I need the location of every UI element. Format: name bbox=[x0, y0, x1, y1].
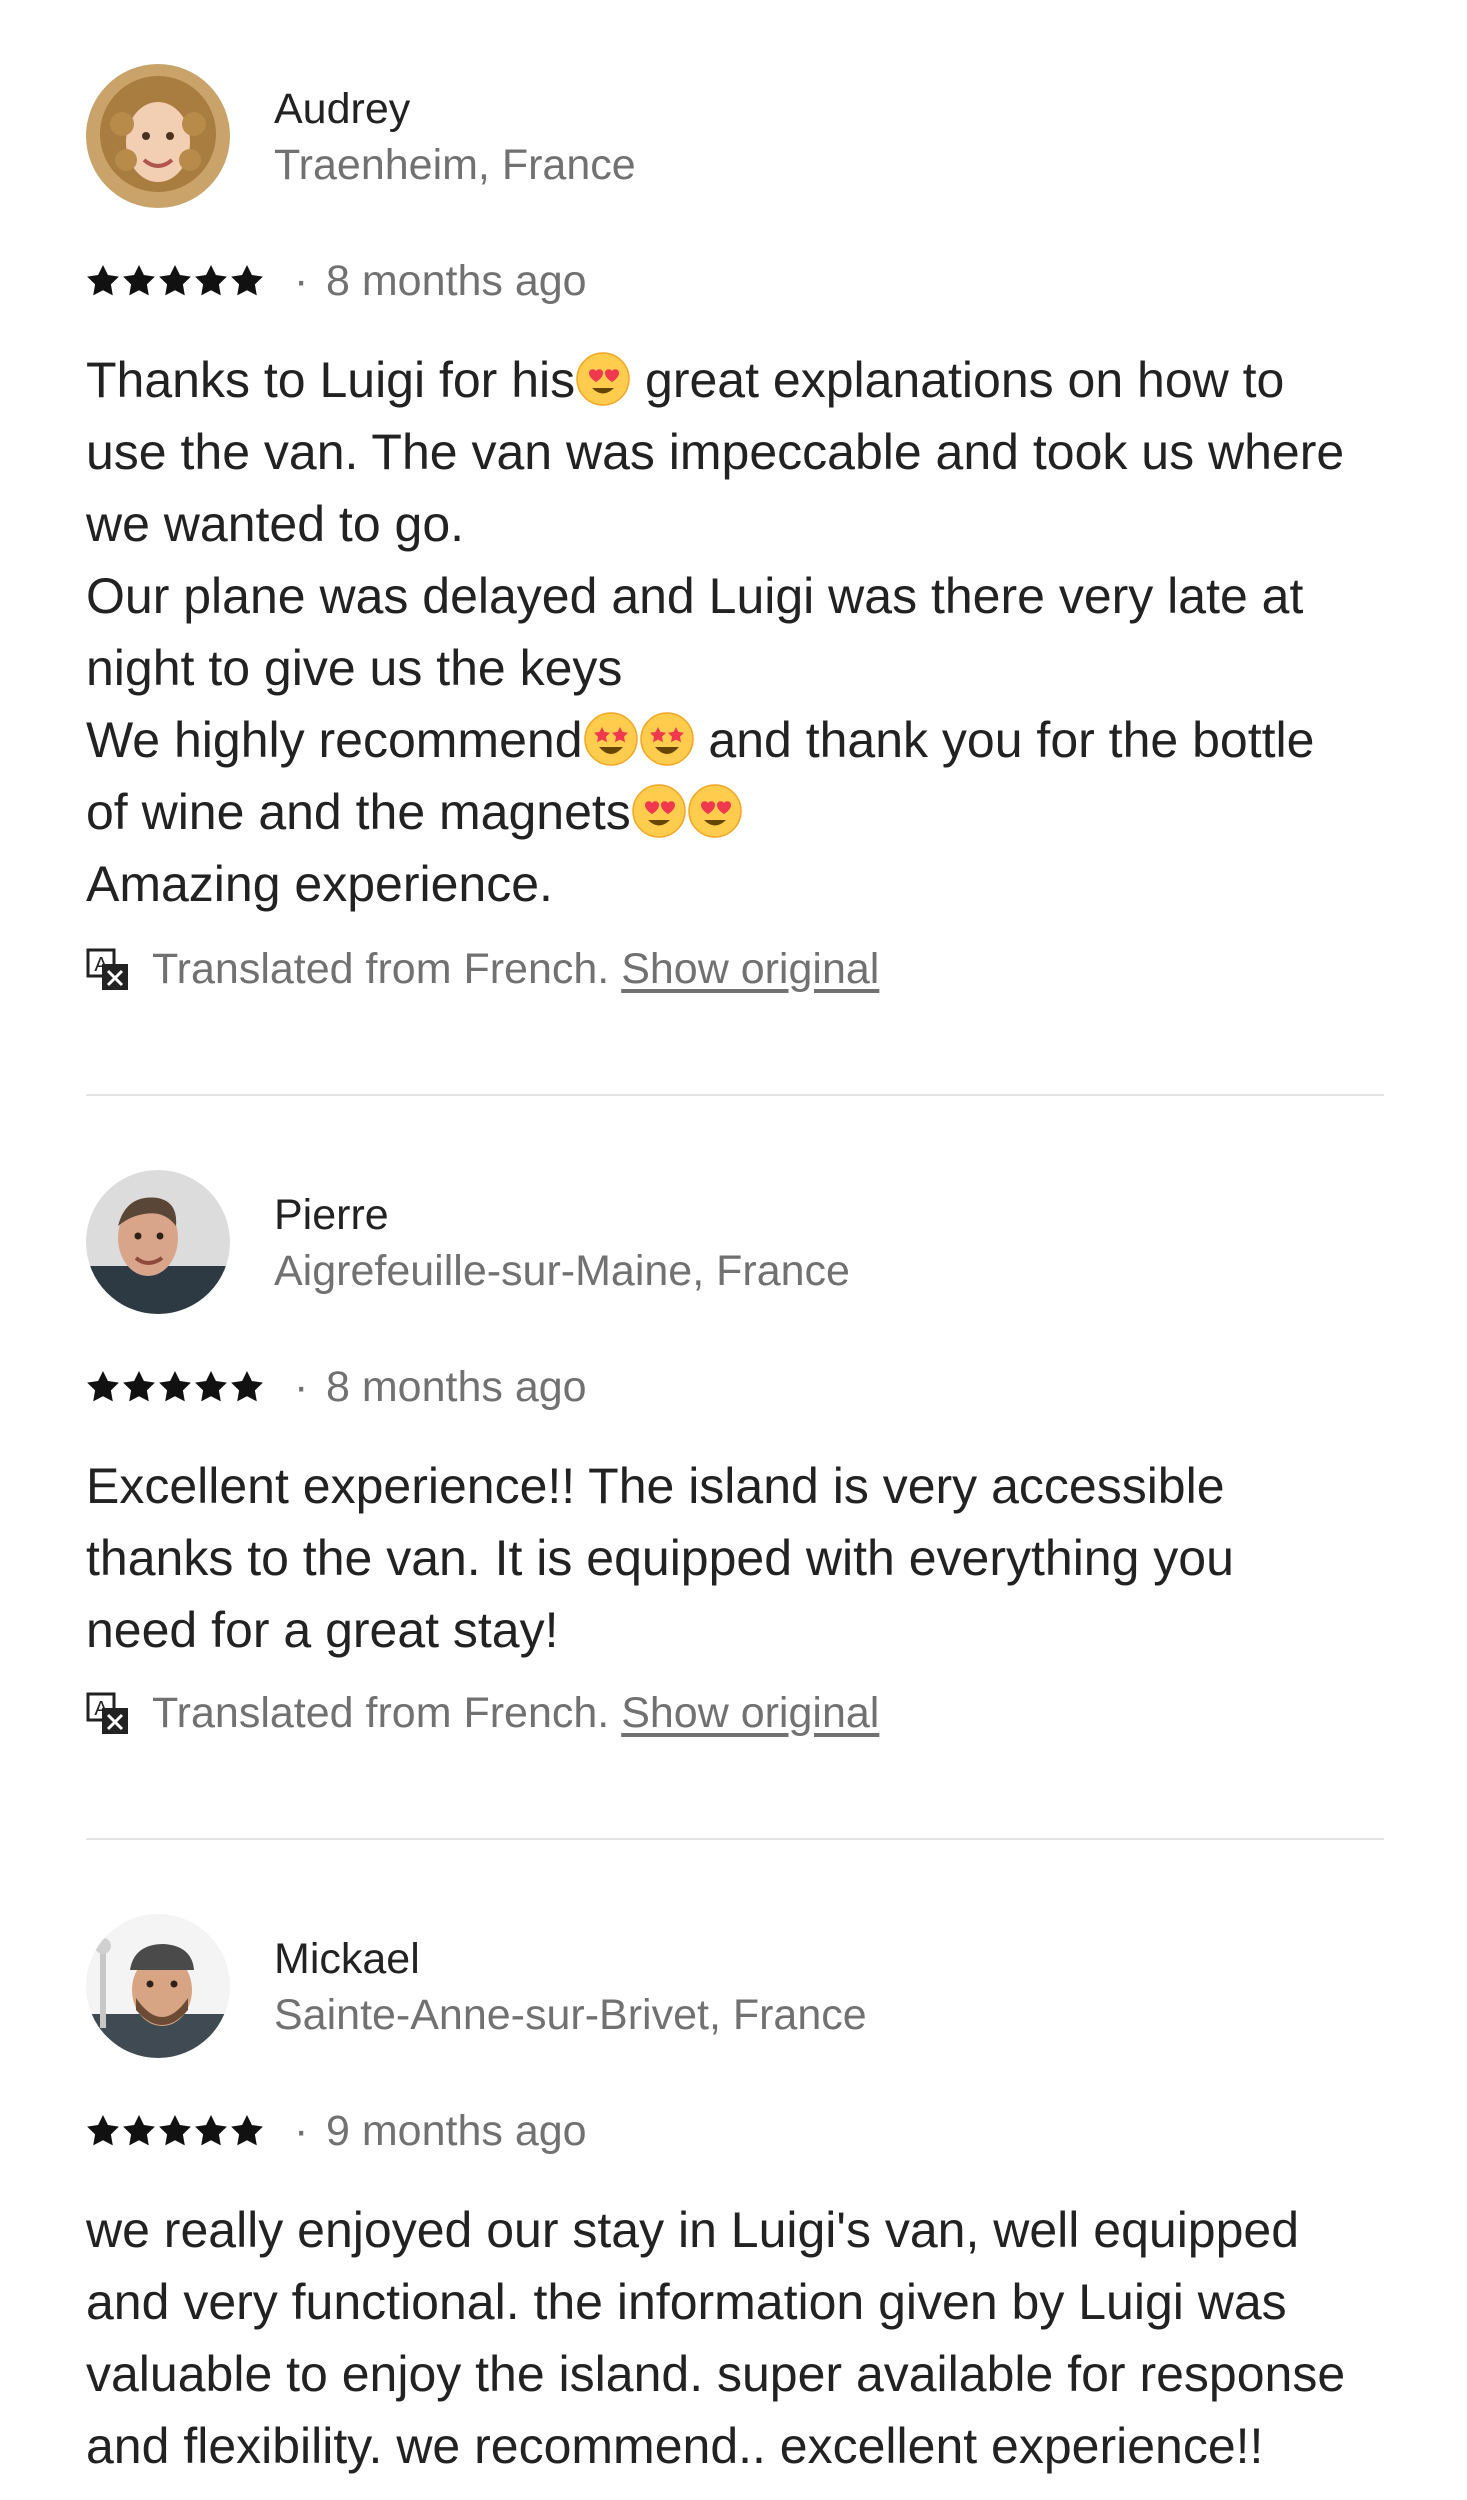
star-struck-emoji-icon bbox=[639, 711, 695, 767]
review-line: Excellent experience!! The island is ver… bbox=[86, 1450, 1406, 1522]
review-line: Amazing experience. bbox=[86, 848, 1406, 920]
translation-notice: A Translated from French. Show original bbox=[86, 1688, 1386, 1738]
review-text: Excellent experience!! The island is ver… bbox=[86, 1450, 1406, 1666]
reviewer-name: Audrey bbox=[274, 85, 411, 133]
translate-icon: A bbox=[86, 948, 130, 992]
star-icon bbox=[230, 2114, 264, 2148]
review-text-segment: Excellent experience!! The island is ver… bbox=[86, 1458, 1225, 1514]
star-icon bbox=[194, 264, 228, 298]
review-line: Thanks to Luigi for his great explanatio… bbox=[86, 344, 1406, 416]
translate-icon: A bbox=[86, 1692, 130, 1736]
show-original-link[interactable]: Show original bbox=[621, 1689, 879, 1737]
reviews-feed: Audrey Traenheim, France · 8 months ago … bbox=[0, 0, 1467, 2500]
star-icon bbox=[86, 2114, 120, 2148]
review-text-segment: use the van. The van was impeccable and … bbox=[86, 424, 1345, 480]
star-icon bbox=[230, 1370, 264, 1404]
review-text-segment: Thanks to Luigi for his bbox=[86, 352, 576, 408]
reviewer-name: Mickael bbox=[274, 1935, 420, 1983]
review-header: Pierre Aigrefeuille-sur-Maine, France bbox=[86, 1170, 1386, 1316]
review-text-segment: thanks to the van. It is equipped with e… bbox=[86, 1530, 1234, 1586]
review-text-segment: and very functional. the information giv… bbox=[86, 2274, 1287, 2330]
heart-eyes-emoji-icon bbox=[687, 783, 743, 839]
star-icon bbox=[158, 264, 192, 298]
translation-label: Translated from French. bbox=[152, 1689, 610, 1737]
heart-eyes-emoji-icon bbox=[575, 351, 631, 407]
review-line: use the van. The van was impeccable and … bbox=[86, 416, 1406, 488]
meta-separator: · bbox=[294, 1363, 309, 1411]
reviewer-location: Sainte-Anne-sur-Brivet, France bbox=[274, 1991, 867, 2039]
review-date: 8 months ago bbox=[326, 1363, 587, 1411]
review-text-segment: we wanted to go. bbox=[86, 496, 465, 552]
review-divider bbox=[86, 1094, 1384, 1096]
reviewer-name: Pierre bbox=[274, 1191, 389, 1239]
review-line: of wine and the magnets bbox=[86, 776, 1406, 848]
review-text-segment: We highly recommend bbox=[86, 712, 583, 768]
star-icon bbox=[122, 264, 156, 298]
review-meta: · 9 months ago bbox=[86, 2106, 1386, 2156]
review-text-segment: valuable to enjoy the island. super avai… bbox=[86, 2346, 1346, 2402]
review-divider bbox=[86, 1838, 1384, 1840]
meta-separator: · bbox=[294, 2107, 309, 2155]
review-text-segment: need for a great stay! bbox=[86, 1602, 559, 1658]
review-text-segment: of wine and the magnets bbox=[86, 784, 631, 840]
review-text-segment: night to give us the keys bbox=[86, 640, 623, 696]
star-icon bbox=[230, 264, 264, 298]
show-original-link[interactable]: Show original bbox=[621, 945, 879, 993]
review-text-segment: Our plane was delayed and Luigi was ther… bbox=[86, 568, 1304, 624]
review-header: Mickael Sainte-Anne-sur-Brivet, France bbox=[86, 1914, 1386, 2060]
review-text-segment: we really enjoyed our stay in Luigi's va… bbox=[86, 2202, 1300, 2258]
review-line: we wanted to go. bbox=[86, 488, 1406, 560]
translation-notice: A Translated from French. Show original bbox=[86, 944, 1386, 994]
review-text-segment: Amazing experience. bbox=[86, 856, 553, 912]
heart-eyes-emoji-icon bbox=[631, 783, 687, 839]
avatar[interactable] bbox=[86, 1170, 230, 1314]
star-struck-emoji-icon bbox=[583, 711, 639, 767]
star-icon bbox=[122, 1370, 156, 1404]
review-text: we really enjoyed our stay in Luigi's va… bbox=[86, 2194, 1406, 2482]
star-icon bbox=[194, 1370, 228, 1404]
review-line: and very functional. the information giv… bbox=[86, 2266, 1406, 2338]
review-line: need for a great stay! bbox=[86, 1594, 1406, 1666]
review-text-segment: and thank you for the bottle bbox=[694, 712, 1315, 768]
review-meta: · 8 months ago bbox=[86, 256, 1386, 306]
meta-separator: · bbox=[294, 257, 309, 305]
star-icon bbox=[86, 264, 120, 298]
avatar[interactable] bbox=[86, 1914, 230, 2058]
star-icon bbox=[158, 2114, 192, 2148]
avatar[interactable] bbox=[86, 64, 230, 208]
review-meta: · 8 months ago bbox=[86, 1362, 1386, 1412]
review-date: 9 months ago bbox=[326, 2107, 587, 2155]
review-line: we really enjoyed our stay in Luigi's va… bbox=[86, 2194, 1406, 2266]
review-line: night to give us the keys bbox=[86, 632, 1406, 704]
reviewer-location: Traenheim, France bbox=[274, 141, 636, 189]
review-text-segment: great explanations on how to bbox=[631, 352, 1285, 408]
review-text-segment: and flexibility. we recommend.. excellen… bbox=[86, 2418, 1264, 2474]
review-text: Thanks to Luigi for his great explanatio… bbox=[86, 344, 1406, 920]
star-icon bbox=[86, 1370, 120, 1404]
review-header: Audrey Traenheim, France bbox=[86, 64, 1386, 210]
review-line: We highly recommend and thank you for th… bbox=[86, 704, 1406, 776]
translation-label: Translated from French. bbox=[152, 945, 610, 993]
reviewer-location: Aigrefeuille-sur-Maine, France bbox=[274, 1247, 850, 1295]
review-line: Our plane was delayed and Luigi was ther… bbox=[86, 560, 1406, 632]
review-date: 8 months ago bbox=[326, 257, 587, 305]
star-icon bbox=[122, 2114, 156, 2148]
review-line: thanks to the van. It is equipped with e… bbox=[86, 1522, 1406, 1594]
review-line: valuable to enjoy the island. super avai… bbox=[86, 2338, 1406, 2410]
review-line: and flexibility. we recommend.. excellen… bbox=[86, 2410, 1406, 2482]
star-icon bbox=[194, 2114, 228, 2148]
star-icon bbox=[158, 1370, 192, 1404]
